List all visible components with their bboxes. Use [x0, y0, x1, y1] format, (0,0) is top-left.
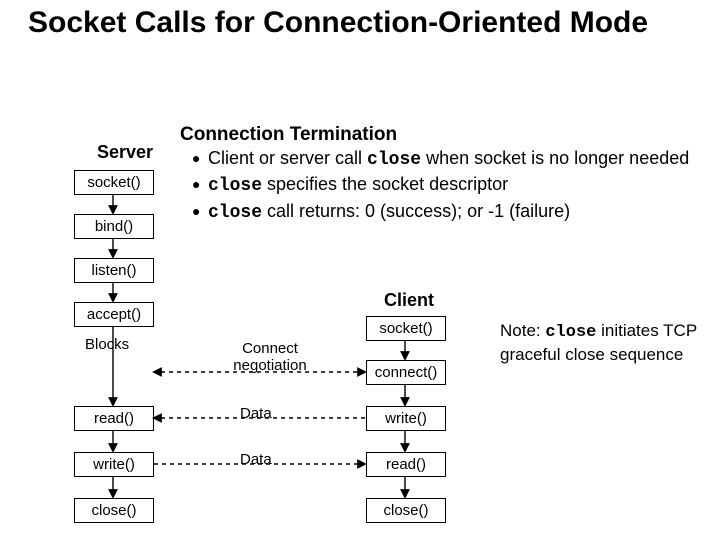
- flow-arrows: [0, 0, 720, 540]
